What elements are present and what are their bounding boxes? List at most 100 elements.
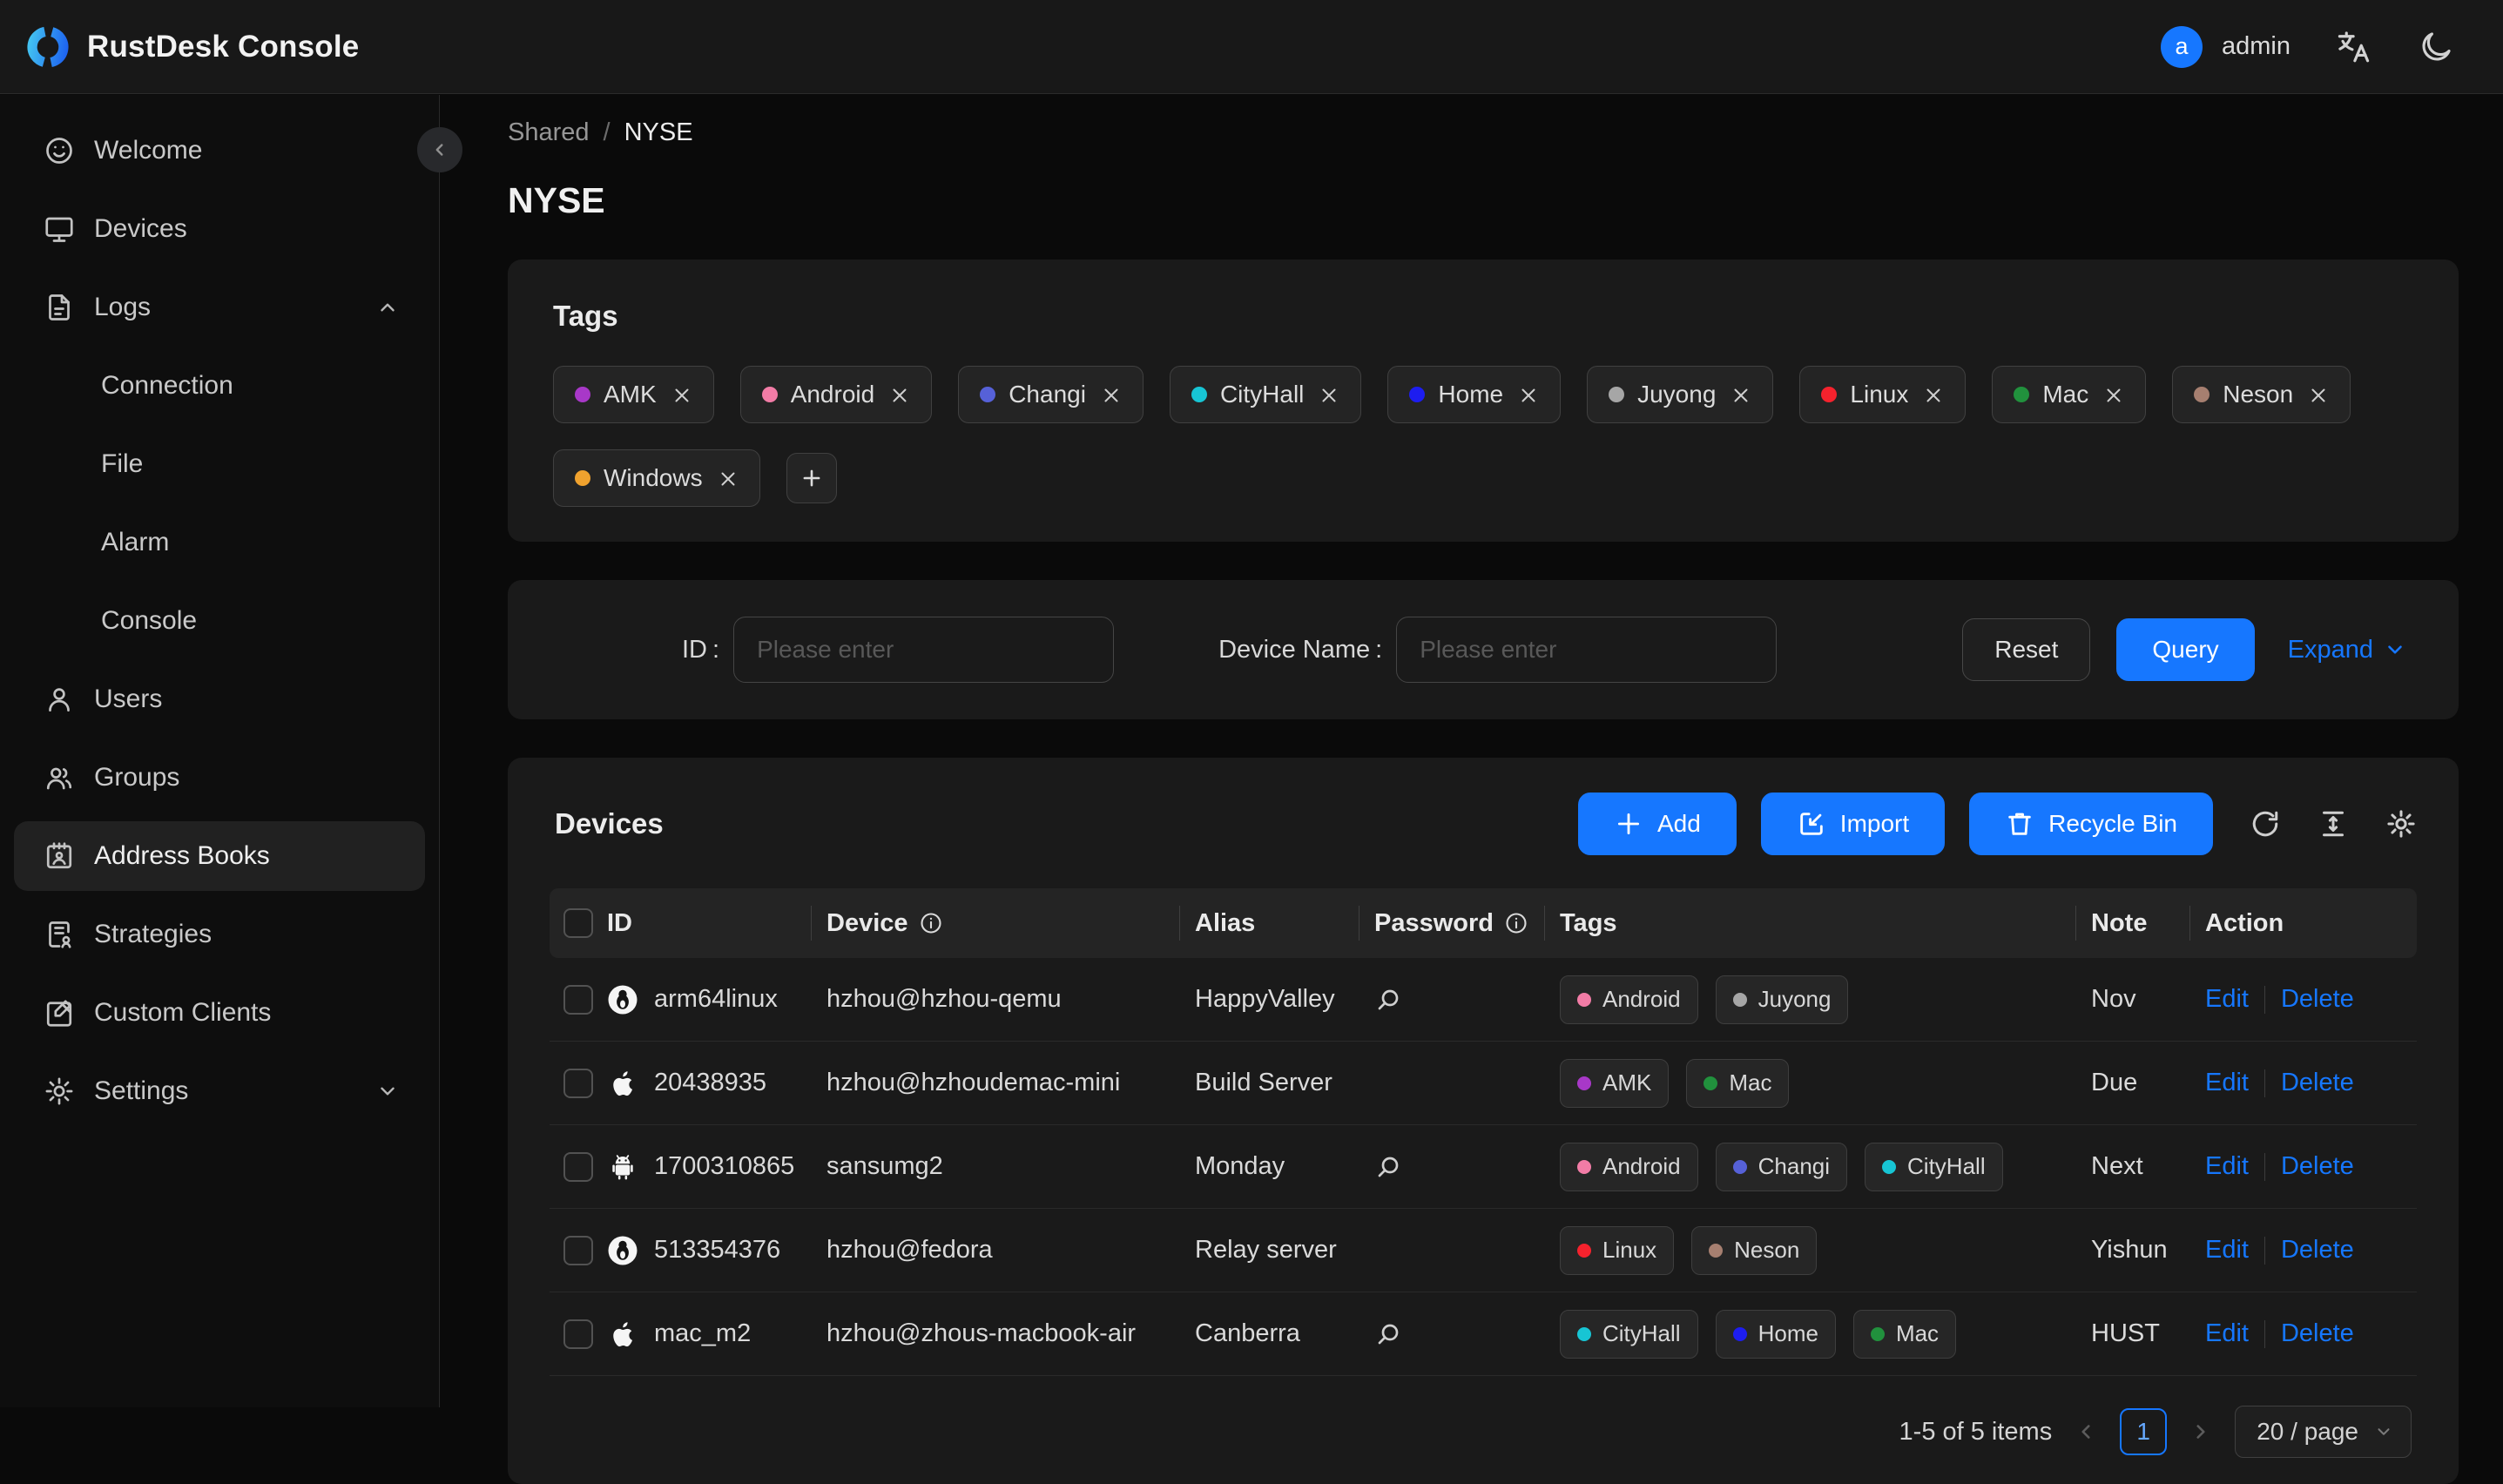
device-id: 1700310865 [654, 1152, 794, 1181]
filter-card: ID : Device Name : Reset Query Expand [508, 580, 2459, 719]
info-icon[interactable] [919, 911, 943, 935]
page-number-1[interactable]: 1 [2120, 1408, 2167, 1455]
expand-label: Expand [2288, 636, 2373, 664]
info-icon[interactable] [1504, 911, 1528, 935]
edit-link[interactable]: Edit [2205, 1319, 2249, 1348]
close-icon[interactable] [718, 468, 739, 489]
close-icon[interactable] [671, 384, 692, 405]
sidebar-item-strategies[interactable]: Strategies [14, 900, 425, 969]
avatar[interactable]: a [2161, 26, 2203, 68]
delete-link[interactable]: Delete [2281, 1319, 2354, 1348]
tags-card: Tags AMK Android Changi CityHall [508, 260, 2459, 542]
tag-chip[interactable]: Changi [958, 366, 1144, 423]
tag-label: Android [791, 381, 875, 408]
edit-link[interactable]: Edit [2205, 1069, 2249, 1097]
device-name: hzhou@hzhou-qemu [826, 985, 1195, 1014]
delete-link[interactable]: Delete [2281, 1069, 2354, 1097]
sidebar-item-welcome[interactable]: Welcome [14, 116, 425, 186]
tag-chip[interactable]: Mac [1992, 366, 2146, 423]
tag-chip[interactable]: Linux [1799, 366, 1966, 423]
view-password-icon[interactable] [1374, 1153, 1402, 1181]
close-icon[interactable] [1101, 384, 1122, 405]
sidebar-item-file[interactable]: File [14, 429, 425, 499]
next-page-icon[interactable] [2189, 1420, 2212, 1443]
row-checkbox[interactable] [563, 1319, 593, 1349]
delete-link[interactable]: Delete [2281, 985, 2354, 1014]
device-name-filter-label: Device Name [1218, 636, 1370, 664]
device-note: Nov [2091, 985, 2205, 1014]
tag-chip[interactable]: CityHall [1170, 366, 1361, 423]
reset-button[interactable]: Reset [1962, 618, 2090, 681]
edit-link[interactable]: Edit [2205, 1236, 2249, 1265]
tag-list: AMK Android Changi CityHall Home [553, 366, 2413, 507]
sidebar-item-alarm[interactable]: Alarm [14, 508, 425, 577]
sidebar-collapse-button[interactable] [417, 127, 462, 172]
tag-chip[interactable]: Windows [553, 449, 760, 507]
language-icon[interactable] [2336, 29, 2372, 65]
rustdesk-logo-icon [26, 25, 70, 69]
chevron-up-icon [376, 296, 399, 319]
delete-link[interactable]: Delete [2281, 1236, 2354, 1265]
edit-link[interactable]: Edit [2205, 985, 2249, 1014]
tag-chip[interactable]: AMK [553, 366, 714, 423]
gear-icon [44, 1076, 75, 1107]
sidebar-label: Groups [94, 763, 179, 793]
edit-link[interactable]: Edit [2205, 1152, 2249, 1181]
sidebar-item-settings[interactable]: Settings [14, 1056, 425, 1126]
select-all-checkbox[interactable] [563, 908, 593, 938]
app-header: RustDesk Console a admin [0, 0, 2503, 94]
tag-label: Neson [2223, 381, 2293, 408]
row-checkbox[interactable] [563, 1152, 593, 1182]
close-icon[interactable] [1319, 384, 1339, 405]
android-os-icon [607, 1151, 638, 1183]
recycle-bin-button[interactable]: Recycle Bin [1969, 793, 2213, 855]
add-button[interactable]: Add [1578, 793, 1737, 855]
tag-chip: CityHall [1865, 1143, 2003, 1191]
page-size-value: 20 / page [2257, 1418, 2358, 1446]
delete-link[interactable]: Delete [2281, 1152, 2354, 1181]
row-checkbox[interactable] [563, 1236, 593, 1265]
device-alias: Canberra [1195, 1319, 1374, 1348]
close-icon[interactable] [2103, 384, 2124, 405]
user-menu[interactable]: a admin [2161, 26, 2290, 68]
row-height-icon[interactable] [2317, 808, 2349, 840]
sidebar-item-custom-clients[interactable]: Custom Clients [14, 978, 425, 1048]
tag-chip[interactable]: Juyong [1587, 366, 1773, 423]
view-password-icon[interactable] [1374, 1320, 1402, 1348]
tag-color-dot [575, 470, 590, 486]
sidebar-item-users[interactable]: Users [14, 664, 425, 734]
import-button[interactable]: Import [1761, 793, 1945, 855]
tag-chip[interactable]: Neson [2172, 366, 2351, 423]
sidebar-item-console[interactable]: Console [14, 586, 425, 656]
tag-label: Windows [604, 464, 703, 492]
tag-chip[interactable]: Android [740, 366, 933, 423]
close-icon[interactable] [1923, 384, 1944, 405]
row-checkbox[interactable] [563, 1069, 593, 1098]
close-icon[interactable] [889, 384, 910, 405]
tag-color-dot [1709, 1244, 1723, 1258]
expand-toggle[interactable]: Expand [2288, 636, 2406, 664]
sidebar-item-logs[interactable]: Logs [14, 273, 425, 342]
close-icon[interactable] [1518, 384, 1539, 405]
query-button[interactable]: Query [2116, 618, 2254, 681]
sidebar-item-address-books[interactable]: Address Books [14, 821, 425, 891]
table-settings-gear-icon[interactable] [2385, 808, 2417, 840]
sidebar-item-devices[interactable]: Devices [14, 194, 425, 264]
close-icon[interactable] [2308, 384, 2329, 405]
prev-page-icon[interactable] [2075, 1420, 2097, 1443]
dark-mode-icon[interactable] [2418, 29, 2454, 65]
sidebar-item-connection[interactable]: Connection [14, 351, 425, 421]
tag-chip[interactable]: Home [1387, 366, 1561, 423]
view-password-icon[interactable] [1374, 986, 1402, 1014]
device-name-filter-input[interactable] [1396, 617, 1777, 683]
edit-square-icon [44, 997, 75, 1029]
device-name: hzhou@zhous-macbook-air [826, 1319, 1195, 1348]
id-filter-input[interactable] [733, 617, 1114, 683]
sidebar-item-groups[interactable]: Groups [14, 743, 425, 813]
refresh-icon[interactable] [2250, 808, 2281, 840]
breadcrumb-parent[interactable]: Shared [508, 118, 590, 147]
add-tag-button[interactable] [786, 453, 837, 503]
close-icon[interactable] [1731, 384, 1751, 405]
page-size-select[interactable]: 20 / page [2235, 1406, 2412, 1458]
row-checkbox[interactable] [563, 985, 593, 1015]
